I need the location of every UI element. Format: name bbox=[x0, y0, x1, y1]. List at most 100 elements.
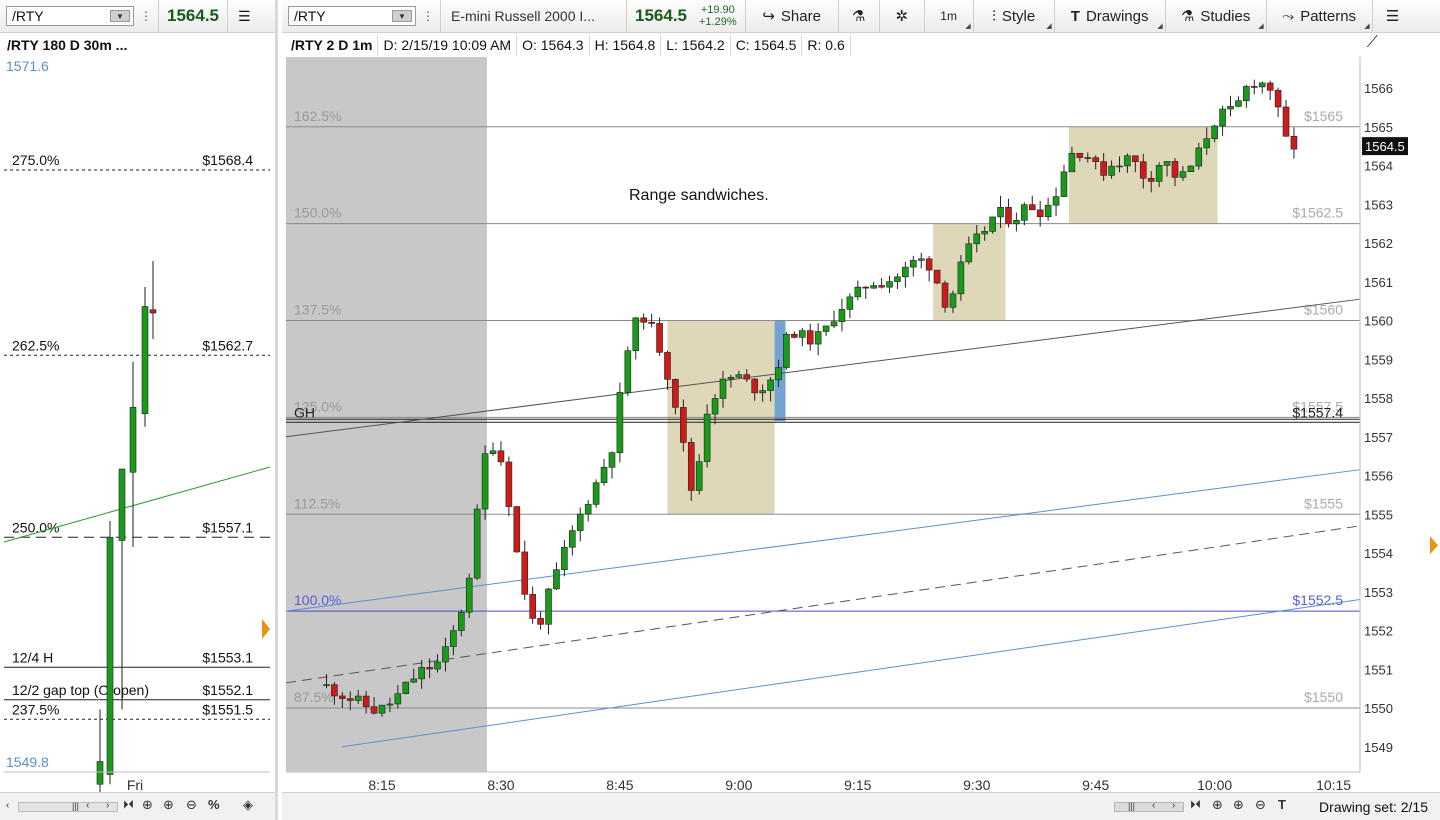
candle-body bbox=[1258, 82, 1266, 88]
main-chart-panel: /RTY ▼ ⋮ E-mini Russell 2000 I... 1564.5… bbox=[282, 0, 1440, 820]
link-icon[interactable]: ⋮ bbox=[422, 9, 434, 23]
candle-body bbox=[323, 684, 330, 686]
symbol-input-value: /RTY bbox=[12, 8, 44, 24]
candle-body bbox=[743, 374, 751, 380]
candle-body bbox=[346, 698, 354, 701]
left-level-price-0: $1568.4 bbox=[202, 152, 253, 168]
symbol-input-main[interactable]: /RTY ▼ bbox=[288, 6, 416, 26]
menu-icon[interactable]: ☰ bbox=[238, 8, 251, 25]
candle-body bbox=[569, 530, 576, 548]
chevron-down-icon[interactable]: ▼ bbox=[110, 10, 130, 22]
candle-body bbox=[378, 704, 386, 714]
candle-body bbox=[703, 413, 711, 462]
candle-body bbox=[798, 330, 806, 338]
candle-body bbox=[1266, 82, 1274, 91]
scroll-handle-icon[interactable]: ||| bbox=[72, 801, 79, 811]
left-candle-body bbox=[149, 309, 157, 314]
candle-body bbox=[949, 293, 957, 308]
candle-body bbox=[1243, 86, 1250, 101]
candle-body bbox=[902, 266, 909, 278]
crosshair-icon[interactable]: ⊕ bbox=[1212, 797, 1223, 813]
time-tick-label: 9:30 bbox=[963, 777, 990, 792]
candle-body bbox=[331, 684, 338, 697]
candle-body bbox=[1068, 152, 1076, 173]
drawing-set-label[interactable]: Drawing set: 2/15 bbox=[1319, 799, 1428, 815]
candle-body bbox=[386, 703, 394, 706]
text-tool-icon[interactable]: T bbox=[1278, 797, 1286, 812]
zoom-out-icon[interactable]: ⊖ bbox=[186, 797, 197, 813]
time-tick-label: 9:15 bbox=[844, 777, 871, 792]
zoom-in-icon[interactable]: ⊕ bbox=[163, 797, 174, 813]
price-tick-label: 1556 bbox=[1364, 469, 1393, 484]
zoom-out-icon[interactable]: ⊖ bbox=[1255, 797, 1266, 813]
patterns-icon: ⤳ bbox=[1282, 7, 1295, 25]
chevron-down-icon[interactable]: ▼ bbox=[392, 10, 412, 22]
left-candle-body bbox=[141, 306, 149, 415]
candle-body bbox=[600, 466, 608, 483]
scroll-left-icon[interactable]: ‹ bbox=[6, 800, 9, 811]
candle-body bbox=[1211, 125, 1218, 139]
candle-body bbox=[1100, 161, 1107, 176]
candle-body bbox=[537, 618, 544, 625]
candle-body bbox=[1163, 161, 1171, 166]
left-level-label-5: 237.5% bbox=[12, 701, 59, 717]
fib-price-0: $1565 bbox=[1304, 108, 1343, 124]
zoom-fit-icon[interactable]: ⏵⏴ bbox=[123, 799, 134, 812]
link-icon[interactable]: ⋮ bbox=[140, 9, 152, 23]
candle-body bbox=[576, 513, 584, 531]
left-candle-body bbox=[106, 536, 114, 775]
price-tick-label: 1553 bbox=[1364, 585, 1393, 600]
interval-button[interactable]: 1m ◢ bbox=[925, 0, 973, 33]
interval-label: 1m bbox=[940, 9, 957, 23]
candle-body bbox=[426, 667, 433, 670]
time-tick-label: 10:00 bbox=[1197, 777, 1232, 792]
candle-body bbox=[695, 461, 703, 491]
drawings-button[interactable]: T Drawings ◢ bbox=[1055, 0, 1165, 33]
price-tick-label: 1551 bbox=[1364, 662, 1393, 677]
candle-body bbox=[1290, 135, 1298, 150]
price-tick-label: 1549 bbox=[1364, 740, 1393, 755]
candle-body bbox=[624, 350, 632, 393]
scroll-right-icon[interactable]: › bbox=[1172, 800, 1175, 811]
studies-button[interactable]: ⚗ Studies ◢ bbox=[1166, 0, 1266, 33]
main-chart-area[interactable]: 162.5% $1565150.0% $1562.5137.5% $1560125.0… bbox=[282, 57, 1440, 792]
time-tick-label: 9:45 bbox=[1082, 777, 1109, 792]
percent-icon[interactable]: % bbox=[208, 797, 220, 812]
symbol-input-left[interactable]: /RTY ▼ bbox=[6, 6, 134, 26]
candle-body bbox=[886, 281, 893, 288]
candle-body bbox=[1195, 147, 1203, 167]
main-menu-button[interactable]: ☰ bbox=[1373, 0, 1413, 33]
left-scrollbar[interactable] bbox=[18, 802, 118, 812]
fib-price-4: $1555 bbox=[1304, 495, 1343, 511]
zoom-in-icon[interactable]: ⊕ bbox=[1233, 797, 1244, 813]
candle-body bbox=[592, 482, 600, 505]
scroll-handle-icon[interactable]: ||| bbox=[1128, 801, 1135, 811]
gear-icon: ✲ bbox=[895, 8, 908, 25]
crosshair-icon[interactable]: ⊕ bbox=[142, 797, 153, 813]
left-candle-body bbox=[118, 468, 126, 541]
share-button[interactable]: ↪ Share bbox=[746, 0, 838, 33]
flask-button[interactable]: ⚗ bbox=[839, 0, 879, 33]
patterns-button[interactable]: ⤳ Patterns ◢ bbox=[1267, 0, 1372, 33]
price-tick-label: 1565 bbox=[1364, 120, 1393, 135]
layers-icon[interactable]: ◈ bbox=[243, 797, 253, 813]
style-button[interactable]: ⫶ Style ◢ bbox=[974, 0, 1054, 33]
price-tick-label: 1552 bbox=[1364, 624, 1393, 639]
drawings-label: Drawings bbox=[1085, 7, 1149, 25]
left-chart-area[interactable]: 1571.61549.8275.0% $1568.4262.5% $1562.725… bbox=[0, 57, 275, 792]
scroll-left-icon-2[interactable]: ‹ bbox=[86, 800, 89, 811]
candle-body bbox=[513, 506, 521, 553]
candle-body bbox=[505, 461, 513, 507]
patterns-label: Patterns bbox=[1300, 7, 1357, 25]
draw-line-icon[interactable]: ⟋ bbox=[1367, 34, 1378, 52]
scroll-right-icon[interactable]: › bbox=[106, 800, 109, 811]
candle-body bbox=[687, 442, 695, 491]
zoom-fit-icon[interactable]: ⏵⏴ bbox=[1190, 799, 1201, 812]
candle-body bbox=[410, 678, 418, 683]
candle-body bbox=[648, 321, 655, 324]
settings-button[interactable]: ✲ bbox=[880, 0, 924, 33]
scroll-left-icon[interactable]: ‹ bbox=[1152, 800, 1155, 811]
last-price-marker-label: 1564.5 bbox=[1365, 139, 1405, 154]
alert-arrow-icon bbox=[1430, 536, 1438, 555]
left-level-price-1: $1562.7 bbox=[202, 337, 253, 353]
